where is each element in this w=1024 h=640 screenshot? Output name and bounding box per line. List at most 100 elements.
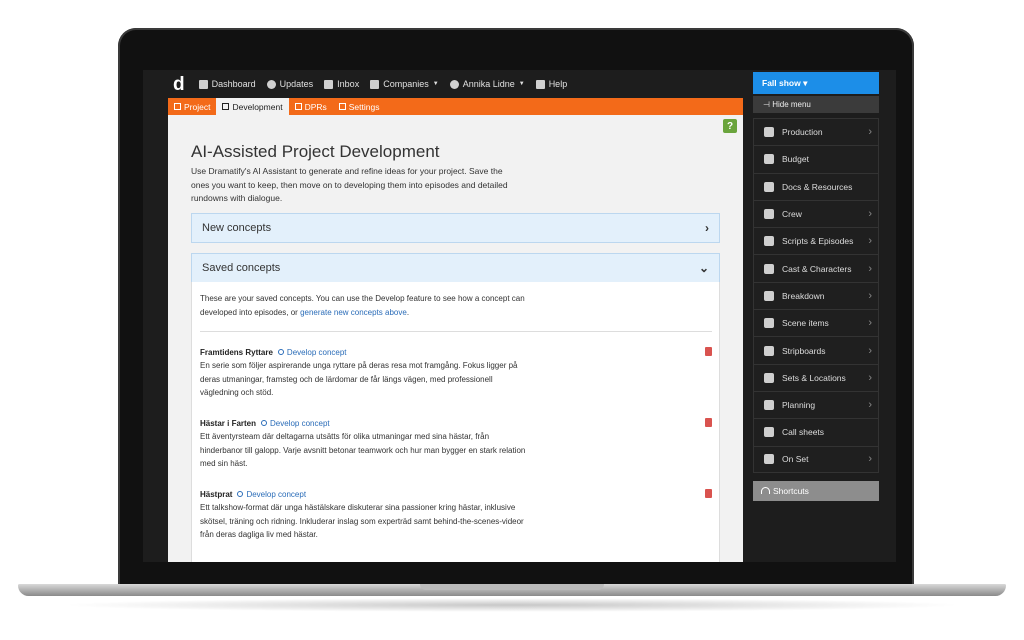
- list-icon: [294, 103, 302, 110]
- tab-development[interactable]: Development: [216, 98, 289, 115]
- main-content: ? AI-Assisted Project Development Use Dr…: [168, 115, 743, 562]
- nav-updates[interactable]: Updates: [266, 79, 314, 89]
- saved-intro-end: .: [406, 307, 410, 317]
- nav-help-label: Help: [548, 79, 568, 89]
- concept-item: Hästar i Farten Develop concept Ett även…: [200, 417, 712, 471]
- nav-companies[interactable]: Companies ▼: [370, 79, 439, 89]
- sidebar-item-cast[interactable]: Cast & Characters ›: [753, 254, 879, 282]
- new-concepts-accordion[interactable]: New concepts ›: [191, 213, 720, 243]
- dramatify-logo[interactable]: d: [173, 75, 185, 94]
- document-icon: [764, 181, 774, 192]
- help-button[interactable]: ?: [723, 119, 737, 133]
- tab-project-label: Project: [184, 101, 211, 112]
- sidebar-item-label: Production: [782, 127, 823, 138]
- tab-project[interactable]: Project: [168, 98, 216, 115]
- new-concepts-label: New concepts: [202, 222, 272, 234]
- nav-updates-label: Updates: [279, 79, 314, 89]
- script-icon: [764, 236, 774, 247]
- megaphone-icon: [764, 427, 774, 438]
- sidebar-item-label: Sets & Locations: [782, 372, 846, 383]
- sidebar-item-planning[interactable]: Planning ›: [753, 390, 879, 419]
- sidebar-item-call-sheets[interactable]: Call sheets: [753, 418, 879, 446]
- magnifier-icon: [277, 349, 284, 355]
- sidebar-item-budget[interactable]: Budget: [753, 145, 879, 173]
- chevron-right-icon: ›: [868, 344, 872, 357]
- hide-menu-button[interactable]: ⊣ Hide menu: [753, 96, 879, 113]
- sidebar-item-scene-items[interactable]: Scene items ›: [753, 309, 879, 337]
- sidebar-item-label: Budget: [782, 154, 809, 165]
- sidebar-item-docs[interactable]: Docs & Resources: [753, 172, 879, 200]
- chevron-right-icon: ›: [868, 289, 872, 302]
- nav-inbox[interactable]: Inbox: [324, 79, 359, 89]
- develop-concept-link[interactable]: Develop concept: [261, 419, 330, 428]
- develop-concept-link[interactable]: Develop concept: [277, 347, 347, 357]
- user-icon: [449, 79, 459, 89]
- sidebar-item-label: Crew: [782, 209, 802, 220]
- right-sidebar: Fall show ▾ ⊣ Hide menu Production › Budg…: [753, 72, 879, 562]
- trash-icon[interactable]: [705, 418, 712, 427]
- trash-icon[interactable]: [705, 347, 712, 356]
- chevron-right-icon: ›: [868, 371, 872, 384]
- nav-dashboard-label: Dashboard: [211, 79, 256, 89]
- app-screen: d Dashboard Updates Inbox Companies ▼ An…: [143, 70, 896, 562]
- chevron-right-icon: ›: [868, 317, 872, 330]
- tab-dprs-label: DPRs: [304, 101, 327, 112]
- saved-concepts-intro: These are your saved concepts. You can u…: [200, 292, 535, 319]
- sidebar-item-label: Docs & Resources: [782, 181, 853, 192]
- sidebar-item-crew[interactable]: Crew ›: [753, 199, 879, 228]
- project-tabs: Project Development DPRs Settings: [168, 98, 743, 115]
- sidebar-item-scripts[interactable]: Scripts & Episodes ›: [753, 227, 879, 255]
- generate-concepts-link[interactable]: generate new concepts above: [300, 308, 407, 317]
- top-navigation: d Dashboard Updates Inbox Companies ▼ An…: [143, 70, 743, 98]
- film-icon: [174, 103, 181, 110]
- film-icon: [764, 127, 774, 138]
- briefcase-icon: [370, 79, 380, 89]
- tab-development-label: Development: [232, 101, 283, 112]
- develop-concept-label: Develop concept: [246, 489, 307, 499]
- stripboard-icon: [764, 345, 774, 356]
- concept-description: Ett talkshow-format där unga hästälskare…: [200, 503, 524, 539]
- concept-title: Hästar i Farten: [200, 418, 257, 428]
- sidebar-item-production[interactable]: Production ›: [753, 118, 879, 146]
- location-icon: [764, 372, 774, 383]
- on-set-icon: [764, 454, 774, 465]
- sidebar-item-label: Breakdown: [782, 290, 825, 301]
- show-selector[interactable]: Fall show ▾: [753, 72, 879, 94]
- concept-header: Framtidens Ryttare Develop concept: [200, 346, 712, 358]
- nav-user-menu[interactable]: Annika Lidne ▼: [449, 79, 525, 89]
- shortcuts-label: Shortcuts: [773, 485, 809, 496]
- tab-dprs[interactable]: DPRs: [289, 98, 333, 115]
- develop-concept-link[interactable]: Develop concept: [237, 490, 306, 499]
- concept-title: Framtidens Ryttare: [200, 347, 273, 357]
- sidebar-item-label: Cast & Characters: [782, 263, 852, 274]
- nav-dashboard[interactable]: Dashboard: [198, 79, 256, 89]
- chevron-right-icon: ›: [868, 399, 872, 412]
- sidebar-item-label: Planning: [782, 400, 816, 411]
- concept-description: Ett äventyrsteam där deltagarna utsätts …: [200, 432, 526, 468]
- chevron-right-icon: ›: [868, 262, 872, 275]
- sidebar-item-sets[interactable]: Sets & Locations ›: [753, 363, 879, 391]
- trash-icon[interactable]: [705, 489, 712, 498]
- caret-down-icon: ▼: [518, 81, 525, 87]
- nav-help[interactable]: Help: [535, 79, 568, 89]
- crew-icon: [764, 209, 774, 220]
- scene-items-icon: [764, 318, 774, 329]
- sidebar-item-label: Call sheets: [782, 427, 825, 438]
- laptop-shadow: [60, 598, 964, 612]
- saved-concepts-accordion[interactable]: Saved concepts ⌄: [191, 253, 720, 283]
- dashboard-icon: [198, 79, 208, 89]
- sidebar-item-on-set[interactable]: On Set ›: [753, 445, 879, 473]
- concept-item: Framtidens Ryttare Develop concept En se…: [200, 346, 712, 400]
- sidebar-item-label: Scripts & Episodes: [782, 236, 854, 247]
- tab-settings[interactable]: Settings: [333, 98, 386, 115]
- tab-settings-label: Settings: [348, 101, 380, 112]
- sidebar-item-label: On Set: [782, 454, 809, 465]
- develop-concept-label: Develop concept: [286, 347, 347, 357]
- nav-inbox-label: Inbox: [337, 79, 360, 89]
- concept-title: Hästprat: [200, 489, 233, 499]
- headphones-icon: [761, 487, 770, 495]
- dollar-icon: [764, 154, 774, 165]
- sidebar-item-stripboards[interactable]: Stripboards ›: [753, 336, 879, 364]
- shortcuts-button[interactable]: Shortcuts: [753, 480, 879, 501]
- sidebar-item-breakdown[interactable]: Breakdown ›: [753, 281, 879, 310]
